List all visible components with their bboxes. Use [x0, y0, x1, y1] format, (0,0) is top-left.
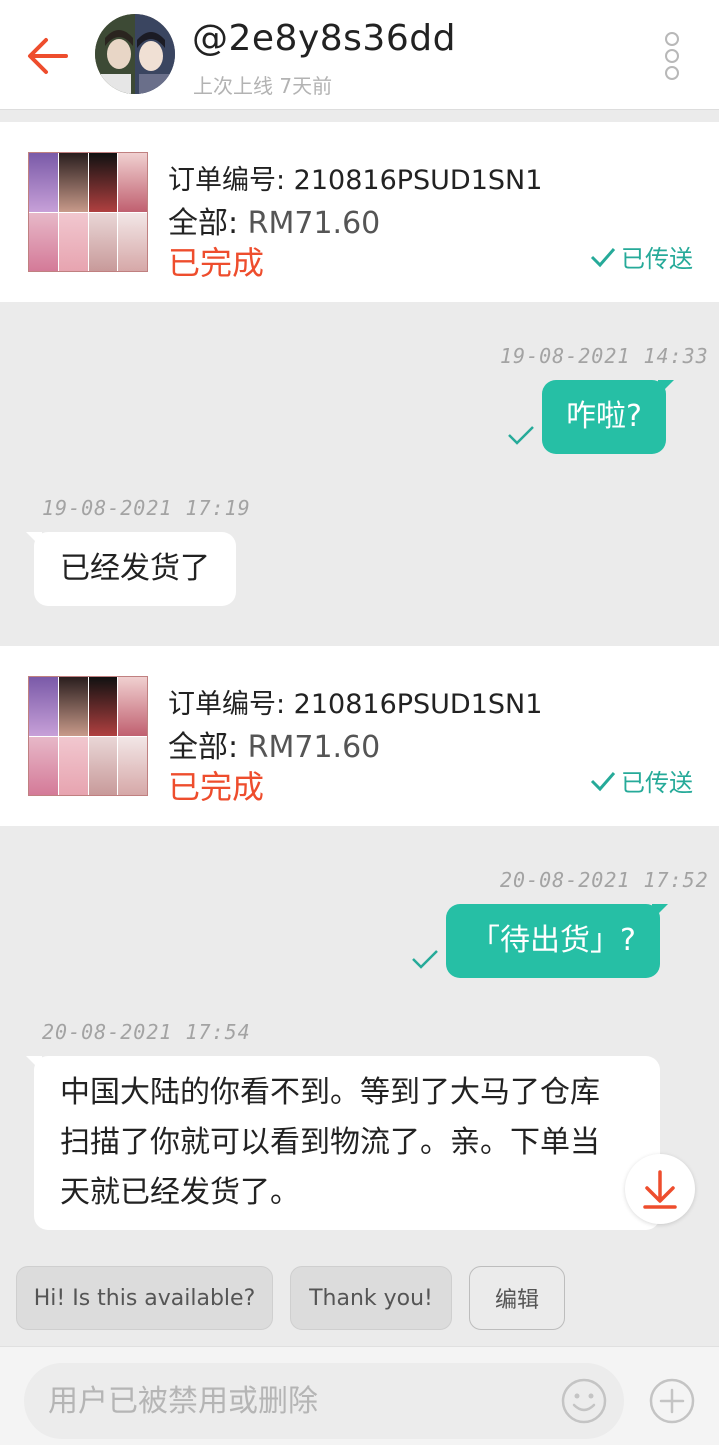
thumb-tile — [29, 736, 58, 795]
more-dot — [665, 66, 679, 80]
order-total: 全部: RM71.60 — [168, 722, 380, 766]
order-sent-label: 已传送 — [621, 769, 693, 797]
order-sent-label: 已传送 — [621, 245, 693, 273]
order-status: 已完成 — [168, 768, 265, 806]
avatar[interactable] — [95, 14, 175, 94]
order-thumbnail — [28, 152, 148, 272]
thumb-tile — [118, 677, 147, 736]
attach-button[interactable] — [648, 1377, 696, 1425]
last-online-status: 上次上线 7天前 — [193, 74, 333, 98]
emoji-button[interactable] — [560, 1377, 608, 1425]
order-sent-status: 已传送 — [589, 239, 693, 274]
emoji-icon — [561, 1378, 607, 1424]
chat-username: @2e8y8s36dd — [192, 18, 456, 59]
order-total-amount: RM71.60 — [238, 730, 381, 765]
order-card[interactable]: 订单编号: 210816PSUD1SN1 全部: RM71.60 已完成 已传送 — [0, 122, 719, 302]
thumb-tile — [118, 153, 147, 212]
order-number: 订单编号: 210816PSUD1SN1 — [168, 689, 543, 720]
check-icon — [412, 950, 438, 969]
order-total-label: 全部: — [168, 206, 239, 241]
quick-reply-button[interactable]: Thank you! — [290, 1266, 452, 1330]
message-timestamp: 20-08-2021 17:54 — [42, 1020, 251, 1044]
order-total-amount: RM71.60 — [238, 206, 381, 241]
check-icon — [590, 771, 616, 791]
check-icon — [508, 426, 534, 445]
thumb-tile — [88, 677, 118, 736]
order-total-label: 全部: — [168, 730, 239, 765]
more-vertical-icon — [665, 32, 679, 46]
message-line: 天就已经发货了。 — [60, 1175, 300, 1210]
message-bubble-incoming[interactable]: 中国大陆的你看不到。等到了大马了仓库 扫描了你就可以看到物流了。亲。下单当 天就… — [26, 1056, 660, 1230]
order-card[interactable]: 订单编号: 210816PSUD1SN1 全部: RM71.60 已完成 已传送 — [0, 646, 719, 826]
order-total: 全部: RM71.60 — [168, 198, 380, 242]
more-dot — [665, 49, 679, 63]
message-input-bar — [0, 1346, 719, 1445]
order-sent-status: 已传送 — [589, 763, 693, 798]
avatar-image — [95, 14, 175, 94]
thumb-tile — [58, 736, 88, 795]
thumb-tile — [118, 212, 147, 271]
message-bubble-outgoing[interactable]: 咋啦? — [542, 380, 674, 454]
edit-quick-replies-button[interactable]: 编辑 — [469, 1266, 565, 1330]
chat-header: @2e8y8s36dd 上次上线 7天前 — [0, 0, 719, 110]
thumb-tile — [29, 212, 58, 271]
message-timestamp: 19-08-2021 17:19 — [42, 496, 251, 520]
message-line: 扫描了你就可以看到物流了。亲。下单当 — [60, 1125, 600, 1160]
message-bubble-incoming[interactable]: 已经发货了 — [26, 532, 236, 606]
thumb-tile — [88, 212, 118, 271]
message-input[interactable] — [24, 1363, 624, 1439]
plus-icon — [649, 1378, 695, 1424]
back-arrow-icon — [28, 38, 68, 74]
thumb-tile — [88, 736, 118, 795]
thumb-tile — [118, 736, 147, 795]
thumb-tile — [29, 153, 58, 212]
back-button[interactable] — [18, 28, 78, 84]
order-number: 订单编号: 210816PSUD1SN1 — [168, 165, 543, 196]
order-thumbnail — [28, 676, 148, 796]
thumb-tile — [58, 677, 88, 736]
thumb-tile — [88, 153, 118, 212]
thumb-tile — [29, 677, 58, 736]
check-icon — [590, 247, 616, 267]
download-arrow-icon — [643, 1170, 677, 1209]
quick-reply-button[interactable]: Hi! Is this available? — [16, 1266, 273, 1330]
message-timestamp: 19-08-2021 14:33 — [500, 344, 709, 368]
message-timestamp: 20-08-2021 17:52 — [500, 868, 709, 892]
message-bubble-outgoing[interactable]: 「待出货」? — [446, 904, 668, 978]
scroll-to-bottom-button[interactable] — [625, 1154, 695, 1224]
more-options-button[interactable] — [650, 24, 694, 88]
message-line: 中国大陆的你看不到。等到了大马了仓库 — [60, 1075, 600, 1110]
order-status: 已完成 — [168, 244, 265, 282]
thumb-tile — [58, 153, 88, 212]
thumb-tile — [58, 212, 88, 271]
